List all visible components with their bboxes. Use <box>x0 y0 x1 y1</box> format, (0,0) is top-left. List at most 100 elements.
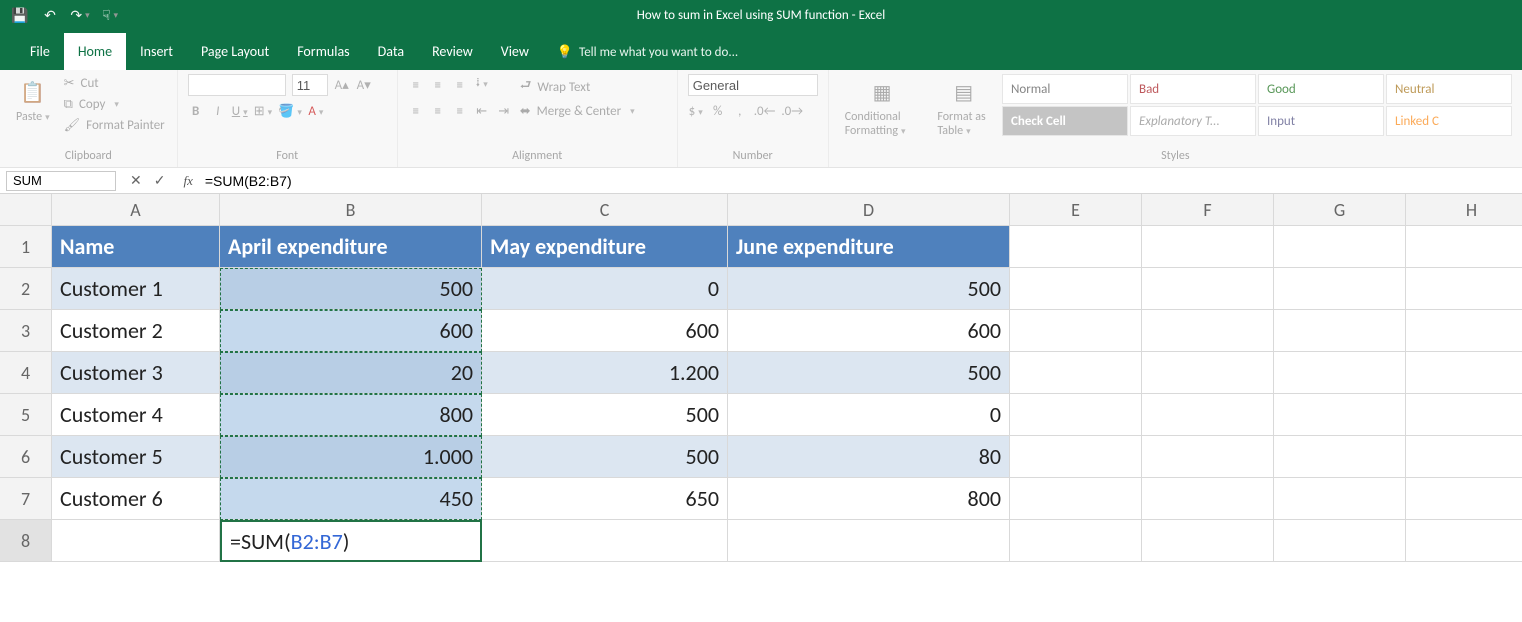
cell-D8[interactable] <box>728 520 1010 562</box>
row-header-3[interactable]: 3 <box>0 310 52 352</box>
font-color-button[interactable]: A <box>308 104 324 119</box>
percent-format-icon[interactable]: % <box>710 104 726 119</box>
align-bottom-icon[interactable]: ≡ <box>452 78 468 93</box>
undo-icon[interactable]: ↶ <box>42 7 58 23</box>
cell-H8[interactable] <box>1406 520 1522 562</box>
cell-E2[interactable] <box>1010 268 1142 310</box>
row-header-6[interactable]: 6 <box>0 436 52 478</box>
row-header-1[interactable]: 1 <box>0 226 52 268</box>
tab-home[interactable]: Home <box>64 33 126 70</box>
cell-G1[interactable] <box>1274 226 1406 268</box>
tell-me[interactable]: 💡 Tell me what you want to do... <box>543 35 752 70</box>
cell-F3[interactable] <box>1142 310 1274 352</box>
col-header-C[interactable]: C <box>482 194 728 226</box>
align-right-icon[interactable]: ≡ <box>452 104 468 119</box>
cell-C8[interactable] <box>482 520 728 562</box>
cell-G3[interactable] <box>1274 310 1406 352</box>
formula-input[interactable] <box>201 171 1522 191</box>
row-header-2[interactable]: 2 <box>0 268 52 310</box>
col-header-A[interactable]: A <box>52 194 220 226</box>
cell-G6[interactable] <box>1274 436 1406 478</box>
fill-color-button[interactable]: 🪣 <box>278 104 302 119</box>
cell-B4[interactable]: 20 <box>220 352 482 394</box>
col-header-H[interactable]: H <box>1406 194 1522 226</box>
fx-icon[interactable]: fx <box>175 173 200 189</box>
cell-D3[interactable]: 600 <box>728 310 1010 352</box>
decrease-decimal-icon[interactable]: .0→ <box>781 104 803 119</box>
cell-E1[interactable] <box>1010 226 1142 268</box>
col-header-B[interactable]: B <box>220 194 482 226</box>
cell-D7[interactable]: 800 <box>728 478 1010 520</box>
cell-F2[interactable] <box>1142 268 1274 310</box>
cell-B2[interactable]: 500 <box>220 268 482 310</box>
decrease-indent-icon[interactable]: ⇤ <box>474 104 490 119</box>
underline-button[interactable]: U <box>232 104 248 119</box>
italic-button[interactable]: I <box>210 104 226 119</box>
cell-G5[interactable] <box>1274 394 1406 436</box>
cell-F7[interactable] <box>1142 478 1274 520</box>
cell-D2[interactable]: 500 <box>728 268 1010 310</box>
cell-F4[interactable] <box>1142 352 1274 394</box>
cell-B3[interactable]: 600 <box>220 310 482 352</box>
cell-A6[interactable]: Customer 5 <box>52 436 220 478</box>
style-input[interactable]: Input <box>1258 106 1384 136</box>
align-top-icon[interactable]: ≡ <box>408 78 424 93</box>
cell-H5[interactable] <box>1406 394 1522 436</box>
enter-icon[interactable]: ✓ <box>154 172 166 189</box>
cell-H4[interactable] <box>1406 352 1522 394</box>
cell-A3[interactable]: Customer 2 <box>52 310 220 352</box>
cell-A8[interactable] <box>52 520 220 562</box>
accounting-format-icon[interactable]: $ <box>688 104 704 119</box>
cell-G2[interactable] <box>1274 268 1406 310</box>
merge-center-button[interactable]: ⬌Merge & Center <box>518 102 637 121</box>
cell-E7[interactable] <box>1010 478 1142 520</box>
col-header-G[interactable]: G <box>1274 194 1406 226</box>
style-linked-cell[interactable]: Linked C <box>1386 106 1512 136</box>
tab-view[interactable]: View <box>487 33 543 70</box>
cell-H7[interactable] <box>1406 478 1522 520</box>
select-all-corner[interactable] <box>0 194 52 226</box>
cell-A2[interactable]: Customer 1 <box>52 268 220 310</box>
cell-E5[interactable] <box>1010 394 1142 436</box>
touchmode-icon[interactable]: ☟ <box>102 7 118 23</box>
decrease-font-icon[interactable]: A▾ <box>356 78 372 93</box>
cell-B5[interactable]: 800 <box>220 394 482 436</box>
border-button[interactable]: ⊞ <box>254 104 272 119</box>
row-header-7[interactable]: 7 <box>0 478 52 520</box>
style-good[interactable]: Good <box>1258 74 1384 104</box>
cell-B6[interactable]: 1.000 <box>220 436 482 478</box>
cancel-icon[interactable]: ✕ <box>130 172 142 189</box>
name-box[interactable] <box>6 171 116 191</box>
cell-A4[interactable]: Customer 3 <box>52 352 220 394</box>
cell-C6[interactable]: 500 <box>482 436 728 478</box>
copy-button[interactable]: ⧉Copy <box>62 95 167 114</box>
col-header-D[interactable]: D <box>728 194 1010 226</box>
cell-B1[interactable]: April expenditure <box>220 226 482 268</box>
row-header-5[interactable]: 5 <box>0 394 52 436</box>
style-neutral[interactable]: Neutral <box>1386 74 1512 104</box>
cell-D5[interactable]: 0 <box>728 394 1010 436</box>
cell-styles-gallery[interactable]: Normal Bad Good Neutral Check Cell Expla… <box>1002 74 1512 136</box>
format-as-table-button[interactable]: ▤ Format as Table <box>931 74 996 140</box>
cell-H3[interactable] <box>1406 310 1522 352</box>
cell-E4[interactable] <box>1010 352 1142 394</box>
cell-H1[interactable] <box>1406 226 1522 268</box>
font-size-input[interactable] <box>292 74 328 96</box>
cell-B8[interactable]: =SUM(B2:B7) <box>220 520 482 562</box>
tab-data[interactable]: Data <box>364 33 418 70</box>
number-format-select[interactable] <box>688 74 818 96</box>
save-icon[interactable]: 💾 <box>12 7 28 23</box>
cut-button[interactable]: ✂Cut <box>62 74 167 93</box>
cell-C5[interactable]: 500 <box>482 394 728 436</box>
align-center-icon[interactable]: ≡ <box>430 104 446 119</box>
col-header-F[interactable]: F <box>1142 194 1274 226</box>
cell-G4[interactable] <box>1274 352 1406 394</box>
cell-D4[interactable]: 500 <box>728 352 1010 394</box>
tab-review[interactable]: Review <box>418 33 487 70</box>
row-header-4[interactable]: 4 <box>0 352 52 394</box>
cell-F8[interactable] <box>1142 520 1274 562</box>
style-check-cell[interactable]: Check Cell <box>1002 106 1128 136</box>
cell-B7[interactable]: 450 <box>220 478 482 520</box>
orientation-icon[interactable]: ⭭ <box>474 74 490 96</box>
col-header-E[interactable]: E <box>1010 194 1142 226</box>
